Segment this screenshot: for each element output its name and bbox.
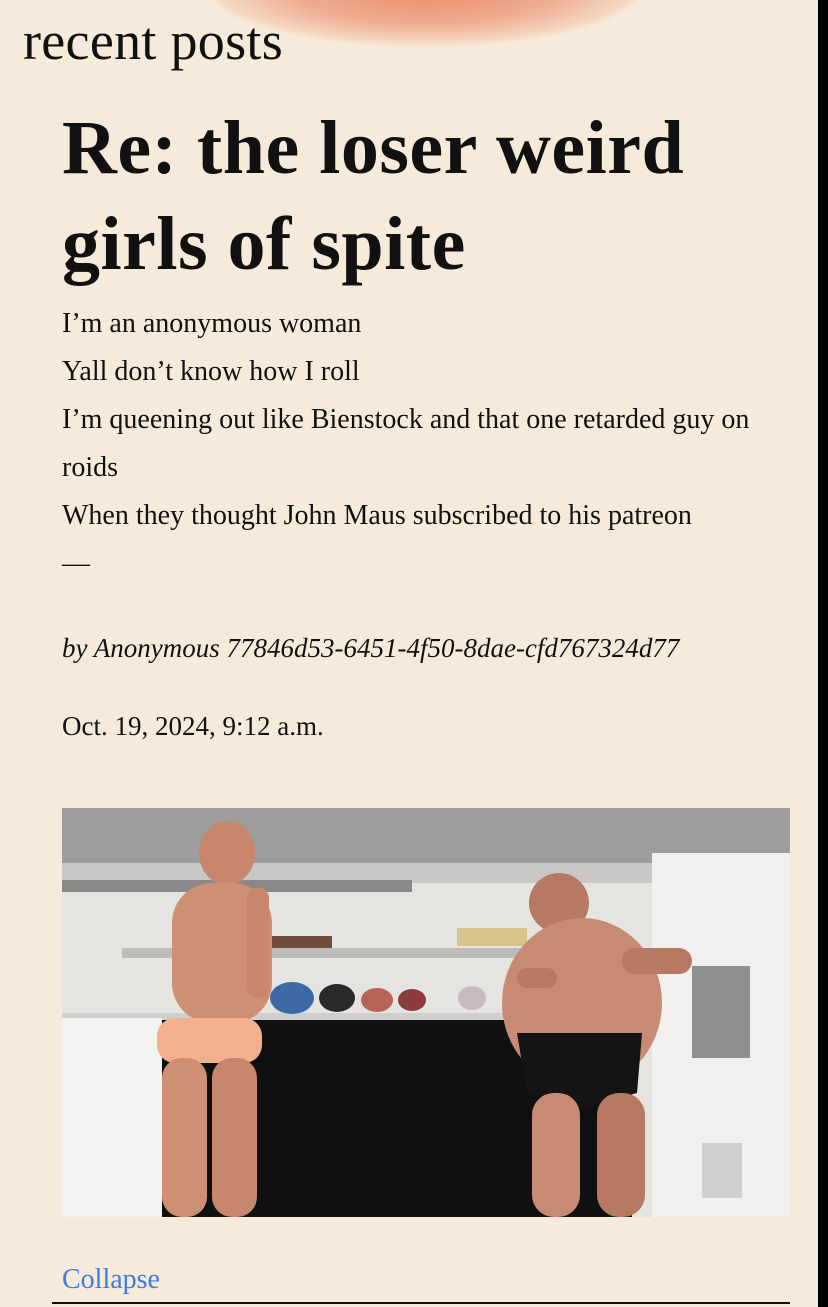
post-timestamp: Oct. 19, 2024, 9:12 a.m. [62,711,324,741]
post-author: by Anonymous 77846d53-6451-4f50-8dae-cfd… [62,633,680,663]
post-media-frame[interactable] [62,808,790,1217]
post-title: Re: the loser weird girls of spite [62,106,685,286]
post-body-line: When they thought John Maus subscribed t… [62,500,692,531]
post-body-line: I’m an anonymous woman [62,308,362,339]
post: Re: the loser weird girls of spite I’m a… [62,100,792,744]
section-heading: recent posts [23,11,284,71]
screen-edge [818,0,828,1307]
collapse-link[interactable]: Collapse [62,1262,160,1298]
post-body-line: Yall don’t know how I roll [62,356,360,387]
post-body-line: — [62,548,90,579]
page: recent posts Re: the loser weird girls o… [0,0,818,1307]
post-body-line: I’m queening out like Bienstock and that… [62,404,750,483]
video-frame-image-icon [62,808,790,1217]
post-body: I’m an anonymous woman Yall don’t know h… [62,300,792,588]
divider [52,1302,790,1304]
